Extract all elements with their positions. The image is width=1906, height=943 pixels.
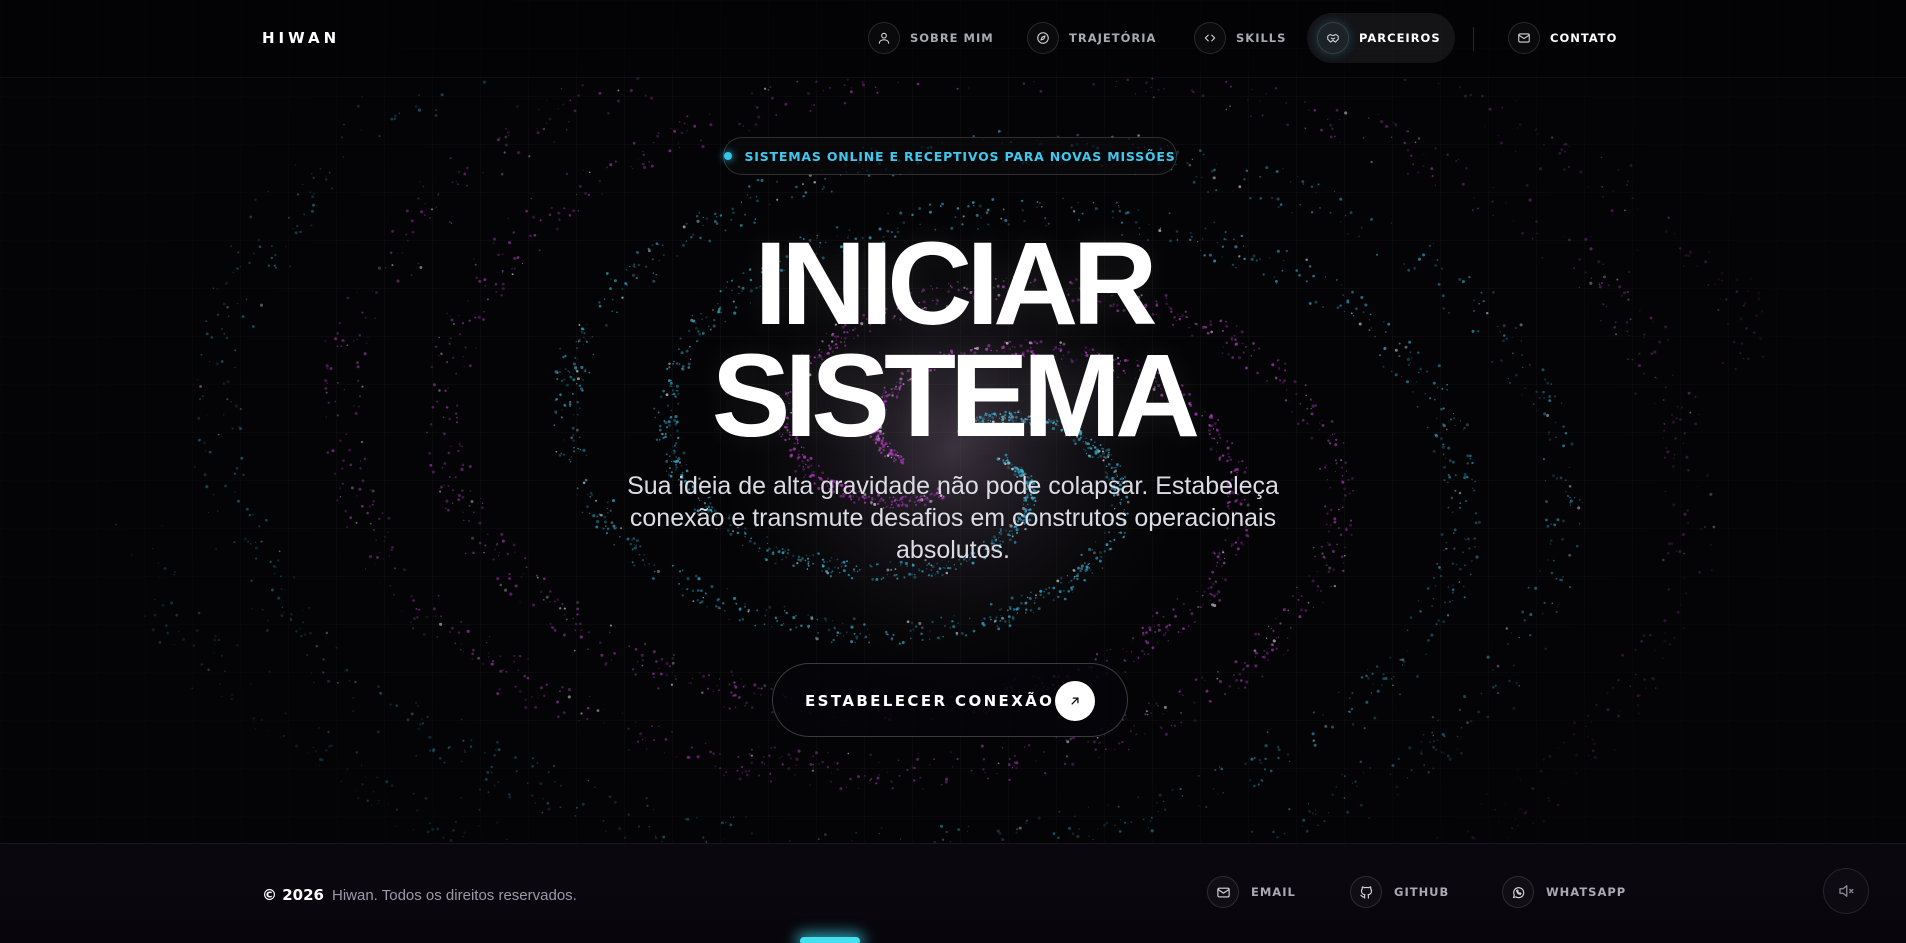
footer-link-label: GITHUB: [1394, 885, 1450, 899]
user-icon: [868, 22, 900, 54]
compass-icon: [1027, 22, 1059, 54]
copyright-text: Hiwan. Todos os direitos reservados.: [331, 887, 577, 904]
footer-link-email[interactable]: EMAIL: [1207, 874, 1296, 910]
arrow-up-right-icon: [1055, 681, 1095, 721]
github-icon: [1350, 876, 1382, 908]
hero-subtitle: Sua ideia de alta gravidade não pode col…: [627, 472, 1279, 564]
handshake-icon: [1317, 22, 1349, 54]
whatsapp-icon: [1502, 876, 1534, 908]
sound-toggle-button[interactable]: [1823, 868, 1869, 914]
code-icon: [1194, 22, 1226, 54]
mail-icon: [1207, 876, 1239, 908]
copyright-year: © 2026: [262, 886, 324, 904]
nav-item-label: SOBRE MIM: [910, 31, 994, 45]
cta-button[interactable]: ESTABELECER CONEXÃO: [772, 663, 1128, 737]
hero-headline: INICIAR SISTEMA: [0, 218, 1906, 462]
footer-link-whatsapp[interactable]: WHATSAPP: [1502, 874, 1626, 910]
site-header: HIWAN SOBRE MIM TRAJETÓRIA SKILLS PARCEI…: [0, 0, 1906, 78]
headline-line-1: INICIAR: [754, 218, 1157, 350]
scroll-indicator: [800, 937, 860, 943]
nav-item-trajetoria[interactable]: TRAJETÓRIA: [1017, 13, 1170, 63]
nav-divider: [1473, 27, 1474, 51]
headline-line-2: SISTEMA: [711, 330, 1201, 462]
footer-link-label: EMAIL: [1251, 885, 1296, 899]
cta-label: ESTABELECER CONEXÃO: [805, 692, 1055, 710]
site-footer: © 2026 Hiwan. Todos os direitos reservad…: [0, 843, 1906, 943]
status-badge: SISTEMAS ONLINE E RECEPTIVOS PARA NOVAS …: [723, 137, 1177, 175]
footer-link-label: WHATSAPP: [1546, 885, 1627, 899]
nav-item-sobre-mim[interactable]: SOBRE MIM: [858, 13, 1008, 63]
nav-item-skills[interactable]: SKILLS: [1184, 13, 1300, 63]
nav-item-contato[interactable]: CONTATO: [1498, 13, 1631, 63]
status-dot-icon: [724, 152, 733, 160]
nav-item-label: PARCEIROS: [1359, 31, 1441, 45]
main-nav: SOBRE MIM TRAJETÓRIA SKILLS PARCEIROS CO…: [0, 13, 1906, 63]
volume-mute-icon: [1839, 885, 1854, 897]
status-text: SISTEMAS ONLINE E RECEPTIVOS PARA NOVAS …: [744, 148, 1176, 164]
nav-item-label: SKILLS: [1236, 31, 1287, 45]
footer-link-github[interactable]: GITHUB: [1350, 874, 1449, 910]
hero-section: SISTEMAS ONLINE E RECEPTIVOS PARA NOVAS …: [0, 78, 1906, 843]
nav-item-parceiros[interactable]: PARCEIROS: [1307, 13, 1455, 63]
mail-icon: [1508, 22, 1540, 54]
nav-item-label: TRAJETÓRIA: [1069, 31, 1157, 45]
nav-item-label: CONTATO: [1550, 31, 1618, 45]
copyright: © 2026 Hiwan. Todos os direitos reservad…: [262, 886, 577, 904]
